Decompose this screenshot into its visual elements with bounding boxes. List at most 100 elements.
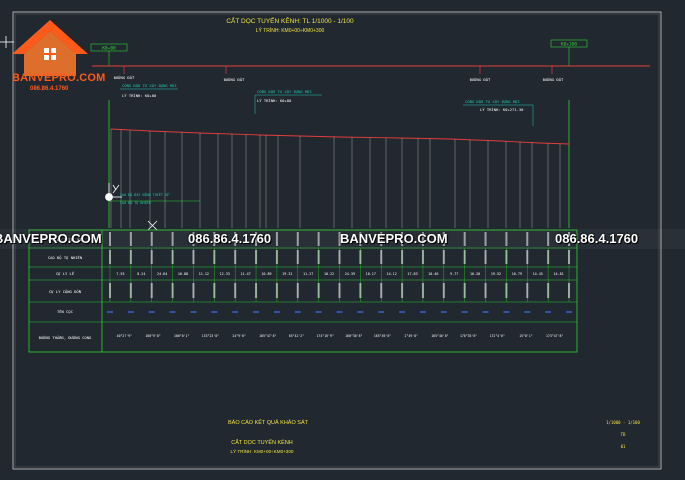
distance-cell: 12.33: [220, 272, 230, 276]
rotated-value-mark: [296, 250, 299, 264]
rotated-value-mark: [150, 283, 153, 298]
alignment-cell: 40°27'9": [117, 334, 132, 338]
alignment-cell: 165°46'8": [431, 334, 448, 338]
footer-sheet-code: TD: [621, 432, 626, 437]
distance-cell: 10.22: [324, 272, 334, 276]
rotated-value-mark: [359, 250, 362, 264]
alignment-cells: 40°27'9" 160°9'8" 100°0'1" 133°23'8" 24°9'6"…: [117, 334, 564, 338]
rotated-value-mark: [442, 283, 445, 298]
distance-cell: 14.45: [533, 272, 543, 276]
rotated-value-mark: [171, 250, 174, 264]
svg-text:LÝ TRÌNH: K0+271.30: LÝ TRÌNH: K0+271.30: [480, 107, 524, 112]
rotated-value-mark: [317, 283, 320, 298]
road-label-2: ĐƯỜNG ĐẤT: [224, 77, 245, 82]
end-marker-label: K0+300: [561, 42, 578, 48]
alignment-cell: 174°16'9": [317, 334, 334, 338]
rotated-value-mark: [150, 250, 153, 264]
svg-text:LÝ TRÌNH: K0+80: LÝ TRÌNH: K0+80: [257, 98, 292, 103]
row-label-natural-elevation: CAO ĐỘ TỰ NHIÊN: [48, 255, 83, 260]
svg-text:CỐNG ĐẦU TƯ XÂY DỰNG MỚI: CỐNG ĐẦU TƯ XÂY DỰNG MỚI: [465, 99, 520, 104]
distance-cell: 16.28: [470, 272, 480, 276]
rotated-value-mark: [442, 250, 445, 264]
drawing-subtitle: LÝ TRÌNH: KM0+00÷KM0+300: [256, 27, 325, 34]
rotated-value-mark: [505, 250, 508, 264]
start-marker-label: K0+00: [102, 46, 116, 52]
rotated-value-mark: [421, 283, 424, 298]
rotated-value-mark: [192, 250, 195, 264]
distance-cell: 17.83: [407, 272, 417, 276]
rotated-value-mark: [129, 283, 132, 298]
road-label-3: ĐƯỜNG ĐẤT: [470, 77, 491, 82]
rotated-value-mark: [317, 250, 320, 264]
rotated-value-mark: [255, 283, 258, 298]
drawing-title: CẮT DỌC TUYẾN KÊNH: TL 1/1000 - 1/100: [226, 15, 354, 25]
watermark-phone-1: 086.86.4.1760: [188, 231, 272, 246]
rotated-value-mark: [275, 250, 278, 264]
rotated-value-mark: [526, 283, 529, 298]
rotated-value-mark: [463, 283, 466, 298]
note-design-bottom: CAO ĐỘ ĐÁY KÊNH THIẾT KẾ: [120, 192, 171, 197]
rotated-value-mark: [213, 283, 216, 298]
alignment-cell: 165°47'8": [259, 334, 276, 338]
distance-cell: 11.27: [303, 272, 313, 276]
rotated-value-mark: [192, 283, 195, 298]
alignment-cell: 160°30'8": [345, 334, 362, 338]
alignment-cell: 2°49'8": [405, 334, 419, 338]
natural-ground-profile: [110, 128, 570, 145]
report-title: BÁO CÁO KẾT QUẢ KHẢO SÁT: [228, 419, 309, 426]
row-label-distance: CỰ LY LẺ: [56, 271, 75, 276]
rotated-value-mark: [401, 250, 404, 264]
rotated-value-mark: [463, 250, 466, 264]
rotated-value-mark: [234, 283, 237, 298]
note-natural-ground: CAO ĐỘ TỰ NHIÊN: [120, 200, 151, 205]
rotated-value-mark: [255, 250, 258, 264]
distance-cells: 7.55 8.24 24.84 16.88 11.12 12.33 11.47 10.89 19…: [116, 272, 563, 276]
alignment-cell: 15°8'1": [519, 334, 533, 338]
alignment-cell: 160°9'8": [145, 334, 160, 338]
report-station-range: LÝ TRÌNH: KM0+00÷KM0+300: [231, 448, 294, 454]
alignment-cell: 173°47'8": [546, 334, 563, 338]
rotated-value-mark: [213, 250, 216, 264]
rotated-value-mark: [380, 250, 383, 264]
rotated-value-mark: [547, 283, 550, 298]
rotated-value-mark: [401, 283, 404, 298]
road-label-4: ĐƯỜNG ĐẤT: [543, 77, 564, 82]
alignment-cell: 100°0'1": [174, 334, 189, 338]
svg-text:CỐNG ĐẦU TƯ XÂY DỰNG MỚI: CỐNG ĐẦU TƯ XÂY DỰNG MỚI: [122, 83, 177, 88]
road-label-1: ĐƯỜNG ĐẤT: [114, 75, 135, 80]
annotation-culvert-2: CỐNG ĐẦU TƯ XÂY DỰNG MỚI LÝ TRÌNH: K0+80: [254, 89, 322, 114]
brand-name: BANVEPRO.COM: [12, 72, 106, 84]
alignment-cell: 24°9'6": [232, 334, 246, 338]
footer-sheet-no: 01: [621, 444, 626, 449]
rotated-value-mark: [338, 250, 341, 264]
rotated-value-mark: [421, 250, 424, 264]
rotated-value-mark: [296, 283, 299, 298]
rotated-value-mark: [526, 250, 529, 264]
rotated-value-mark: [109, 283, 111, 298]
distance-cell: 7.55: [116, 272, 124, 276]
distance-cell: 19.52: [491, 272, 501, 276]
distance-cell: 24.84: [157, 272, 167, 276]
rotated-value-mark: [359, 283, 362, 298]
rotated-value-mark: [109, 250, 111, 264]
distance-cell: 19.31: [282, 272, 292, 276]
annotation-culvert-1: CỐNG ĐẦU TƯ XÂY DỰNG MỚI LÝ TRÌNH: K0+00: [120, 83, 178, 98]
row-label-station-name: TÊN CỌC: [57, 309, 73, 314]
annotation-culvert-3: CỐNG ĐẦU TƯ XÂY DỰNG MỚI LÝ TRÌNH: K0+27…: [463, 99, 534, 126]
row-label-alignment: ĐƯỜNG THẲNG, ĐƯỜNG CONG: [39, 335, 92, 340]
distance-cell: 10.79: [512, 272, 522, 276]
distance-cell: 9.77: [450, 272, 458, 276]
rotated-value-mark: [547, 250, 550, 264]
brand-phone: 086.86.4.1760: [30, 86, 69, 92]
svg-text:LÝ TRÌNH: K0+00: LÝ TRÌNH: K0+00: [122, 93, 157, 98]
alignment-cell: 65°42'2": [289, 334, 304, 338]
alignment-cell: 133°23'8": [202, 334, 219, 338]
distance-cell: 16.88: [178, 272, 188, 276]
svg-text:CỐNG ĐẦU TƯ XÂY DỰNG MỚI: CỐNG ĐẦU TƯ XÂY DỰNG MỚI: [257, 89, 312, 94]
watermark-brand-1: BANVEPRO.COM: [0, 231, 102, 246]
row-label-cumulative-distance: CỰ LY CỘNG DỒN: [49, 289, 82, 294]
road-ticks: [123, 66, 553, 74]
rotated-value-mark: [275, 283, 278, 298]
rotated-value-mark: [234, 250, 237, 264]
rotated-value-mark: [568, 283, 570, 298]
